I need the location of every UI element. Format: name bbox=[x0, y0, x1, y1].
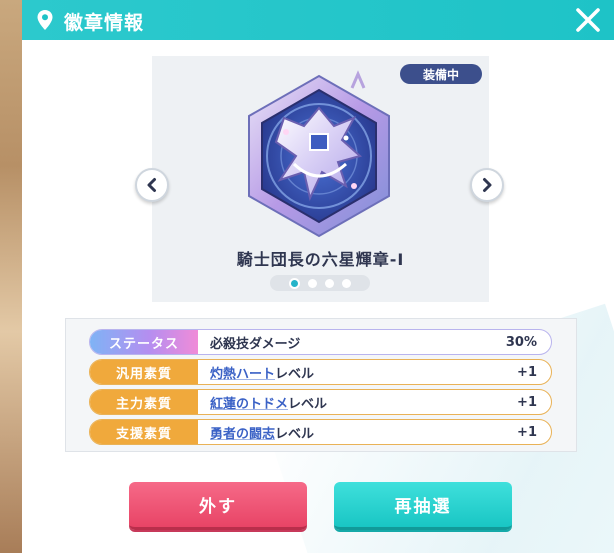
page-dot-3[interactable] bbox=[325, 278, 334, 288]
stat-row-support-trait: 支援素質 勇者の闘志レベル +1 bbox=[89, 419, 552, 445]
panel-header: 徽章情報 bbox=[22, 0, 614, 40]
emblem-image bbox=[248, 70, 390, 238]
remove-button[interactable]: 外す bbox=[129, 482, 307, 530]
stat-label: 紅蓮のトドメレベル bbox=[198, 393, 491, 412]
stat-label: 勇者の闘志レベル bbox=[198, 423, 491, 442]
emblem-display: 装備中 騎士団長の六星輝章-Ⅰ bbox=[152, 56, 489, 302]
stat-value: +1 bbox=[517, 424, 537, 440]
stat-label: 必殺技ダメージ bbox=[198, 333, 491, 352]
stat-value: 30% bbox=[505, 334, 537, 350]
previous-button[interactable] bbox=[135, 168, 169, 202]
stat-label-text: レベル bbox=[275, 426, 315, 442]
trait-link[interactable]: 灼熱ハート bbox=[210, 367, 275, 382]
stat-label-text: レベル bbox=[288, 396, 328, 412]
page-dot-2[interactable] bbox=[308, 278, 317, 288]
stat-label-text: レベル bbox=[275, 366, 315, 382]
page-title: 徽章情報 bbox=[64, 12, 145, 34]
stat-label: 灼熱ハートレベル bbox=[198, 363, 491, 382]
chevron-right-icon bbox=[483, 178, 492, 192]
equipped-badge: 装備中 bbox=[400, 64, 482, 84]
page-dot-4[interactable] bbox=[342, 278, 351, 288]
emblem-name: 騎士団長の六星輝章-Ⅰ bbox=[236, 250, 405, 269]
stat-tag: 支援素質 bbox=[90, 420, 198, 444]
page-indicator bbox=[270, 275, 370, 291]
stats-list: ステータス 必殺技ダメージ 30% 汎用素質 灼熱ハートレベル +1 主力素質 … bbox=[65, 318, 577, 452]
close-icon[interactable] bbox=[574, 6, 602, 34]
location-pin-icon bbox=[37, 10, 53, 30]
background-scene bbox=[0, 0, 22, 553]
emblem-info-panel: 徽章情報 装備中 騎士団長の六星輝章-Ⅰ ステータス 必殺技ダメージ 30% 汎… bbox=[22, 0, 614, 553]
stat-row-status: ステータス 必殺技ダメージ 30% bbox=[89, 329, 552, 355]
reroll-button[interactable]: 再抽選 bbox=[334, 482, 512, 530]
trait-link[interactable]: 紅蓮のトドメ bbox=[210, 397, 288, 412]
stat-label-text: 必殺技ダメージ bbox=[210, 336, 301, 352]
stat-value: +1 bbox=[517, 394, 537, 410]
stat-row-main-trait: 主力素質 紅蓮のトドメレベル +1 bbox=[89, 389, 552, 415]
trait-link[interactable]: 勇者の闘志 bbox=[210, 427, 275, 442]
stat-tag: 主力素質 bbox=[90, 390, 198, 414]
stat-row-general-trait: 汎用素質 灼熱ハートレベル +1 bbox=[89, 359, 552, 385]
chevron-left-icon bbox=[147, 178, 156, 192]
stat-tag: 汎用素質 bbox=[90, 360, 198, 384]
page-dot-1[interactable] bbox=[289, 277, 300, 289]
next-button[interactable] bbox=[470, 168, 504, 202]
stat-value: +1 bbox=[517, 364, 537, 380]
stat-tag: ステータス bbox=[90, 330, 198, 354]
